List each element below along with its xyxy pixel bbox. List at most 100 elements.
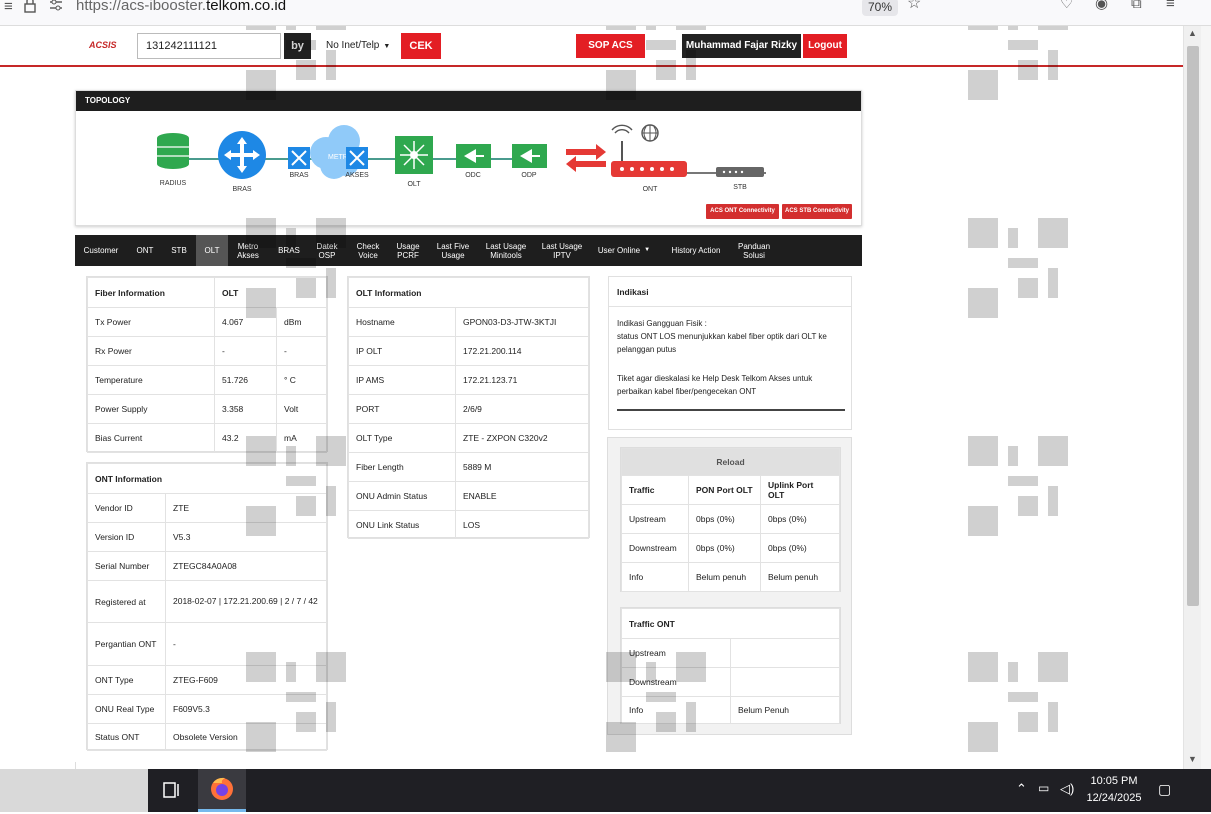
tab-bar: Customer ONT STB OLT MetroAkses BRAS Dat… <box>75 235 862 266</box>
row-key: Vendor ID <box>87 493 166 523</box>
cell: 0bps (0%) <box>760 504 840 534</box>
topo-label-radius: RADIUS <box>160 180 187 187</box>
row-unit: Volt <box>276 394 327 424</box>
tab-label-line2: Voice <box>358 250 378 260</box>
topo-label-bras2: BRAS <box>289 172 308 179</box>
row-key: ONU Admin Status <box>348 481 456 511</box>
row-unit: ° C <box>276 365 327 395</box>
row-key: Power Supply <box>87 394 215 424</box>
logout-button[interactable]: Logout <box>803 34 847 58</box>
table-row: IP OLT 172.21.200.114 <box>348 336 589 366</box>
menu-icon[interactable]: ≡ <box>4 0 13 20</box>
qr-watermark <box>246 652 346 752</box>
scrollbar-thumb[interactable] <box>1187 46 1199 606</box>
qr-watermark <box>968 436 1068 536</box>
show-hidden-icons[interactable]: ⌃ <box>1016 781 1027 797</box>
qr-watermark <box>246 218 346 318</box>
tab-label-line1: Last Usage <box>541 241 583 251</box>
indikasi-title: Indikasi <box>609 277 851 307</box>
tab-usage-pcrf[interactable]: Usage PCRF <box>389 235 427 266</box>
windows-taskbar: ⌃ ▭ ◁) 10:05 PM 12/24/2025 ▢ <box>0 769 1211 812</box>
row-key: Status ONT <box>87 723 166 751</box>
tab-label-line1: Usage <box>396 241 420 251</box>
network-icon[interactable]: ▭ <box>1038 781 1049 795</box>
akses-switch-icon <box>346 147 368 169</box>
page-scrollbar[interactable]: ▲ ▼ <box>1183 26 1201 769</box>
notification-icon[interactable]: ▢ <box>1158 781 1171 798</box>
topo-label-bras: BRAS <box>232 186 251 193</box>
extensions-icon[interactable]: ⧉ <box>1131 0 1142 17</box>
taskbar-clock[interactable]: 10:05 PM 12/24/2025 <box>1082 773 1146 807</box>
stb-icon <box>716 167 764 177</box>
tab-customer[interactable]: Customer <box>75 235 127 266</box>
table-row: Upstream 0bps (0%) 0bps (0%) <box>621 504 840 534</box>
tab-panduan-solusi[interactable]: Panduan Solusi <box>731 235 777 266</box>
row-value: ZTE - ZXPON C320v2 <box>455 423 589 453</box>
scroll-down-icon[interactable]: ▼ <box>1188 754 1197 764</box>
indikasi-divider <box>617 409 845 411</box>
lock-icon[interactable] <box>24 0 36 18</box>
permissions-icon[interactable] <box>48 0 64 18</box>
tab-olt[interactable]: OLT <box>196 235 228 266</box>
cell: Upstream <box>621 504 689 534</box>
tab-last-five-usage[interactable]: Last Five Usage <box>429 235 477 266</box>
reload-button[interactable]: Reload <box>621 448 840 476</box>
topo-label-olt: OLT <box>407 181 421 188</box>
col-uplink-port: Uplink Port OLT <box>760 475 840 505</box>
qr-watermark <box>968 652 1068 752</box>
table-row: ONU Link Status LOS <box>348 510 589 539</box>
tab-check-voice[interactable]: Check Voice <box>348 235 388 266</box>
tab-label: Last Five Usage <box>437 242 469 260</box>
tab-last-usage-iptv[interactable]: Last Usage IPTV <box>535 235 589 266</box>
task-view-icon[interactable] <box>160 779 182 801</box>
bras-router-icon <box>218 131 266 179</box>
url-bar[interactable]: https://acs-ibooster.telkom.co.id <box>76 0 286 14</box>
indikasi-panel: Indikasi Indikasi Gangguan Fisik : statu… <box>608 276 852 430</box>
scroll-up-icon[interactable]: ▲ <box>1188 28 1197 38</box>
topo-label-stb: STB <box>733 184 747 191</box>
taskbar-search-area[interactable] <box>0 769 148 812</box>
tab-label: Customer <box>83 246 119 255</box>
table-row: Registered at 2018-02-07 | 172.21.200.69 … <box>87 580 327 623</box>
tab-history-action[interactable]: History Action <box>665 235 727 266</box>
acs-ont-connectivity-button[interactable]: ACS ONT Connectivity <box>706 204 779 219</box>
account-icon[interactable]: ◉ <box>1095 0 1108 17</box>
cell: 0bps (0%) <box>688 533 761 563</box>
traffic-ont-title: Traffic ONT <box>621 608 840 639</box>
pocket-icon[interactable]: ♡ <box>1060 0 1073 17</box>
tab-last-usage-minitools[interactable]: Last Usage Minitools <box>479 235 533 266</box>
indikasi-body: Indikasi Gangguan Fisik : status ONT LOS… <box>609 307 851 398</box>
row-key: Rx Power <box>87 336 215 366</box>
connection-arrows-icon <box>566 144 606 172</box>
tab-user-online[interactable]: User Online ▼ <box>593 235 655 266</box>
tab-label: STB <box>171 246 187 255</box>
tab-stb[interactable]: STB <box>163 235 195 266</box>
tab-ont[interactable]: ONT <box>127 235 163 266</box>
firefox-taskbar-button[interactable] <box>198 769 246 812</box>
indikasi-line2: status ONT LOS menunjukkan kabel fiber o… <box>617 332 827 354</box>
qr-watermark <box>606 652 706 752</box>
table-row: IP AMS 172.21.123.71 <box>348 365 589 395</box>
row-value: LOS <box>455 510 589 539</box>
row-value: ZTEGC84A0A08 <box>165 551 327 581</box>
acs-stb-connectivity-button[interactable]: ACS STB Connectivity <box>782 204 852 219</box>
cek-button[interactable]: CEK <box>401 33 441 59</box>
tab-label: Last Usage Minitools <box>486 242 526 260</box>
bookmark-star-icon[interactable]: ☆ <box>907 0 921 17</box>
olt-title: OLT Information <box>348 277 589 308</box>
volume-icon[interactable]: ◁) <box>1060 781 1074 797</box>
table-row: Hostname GPON03-D3-JTW-3KTJI <box>348 307 589 337</box>
odp-icon <box>512 144 547 168</box>
table-row: Power Supply 3.358 Volt <box>87 394 327 424</box>
zoom-indicator[interactable]: 70% <box>862 0 898 16</box>
row-key: Hostname <box>348 307 456 337</box>
tab-label: Panduan Solusi <box>738 242 770 260</box>
table-row: ONU Admin Status ENABLE <box>348 481 589 511</box>
tab-label-line1: Check <box>356 241 380 251</box>
row-value: 5889 M <box>455 452 589 482</box>
row-value: GPON03-D3-JTW-3KTJI <box>455 307 589 337</box>
app-menu-icon[interactable]: ≡ <box>1166 0 1175 17</box>
tab-label-line1: Panduan <box>737 241 771 251</box>
row-value: 51.726 <box>214 365 277 395</box>
clock-date: 12/24/2025 <box>1086 792 1142 804</box>
